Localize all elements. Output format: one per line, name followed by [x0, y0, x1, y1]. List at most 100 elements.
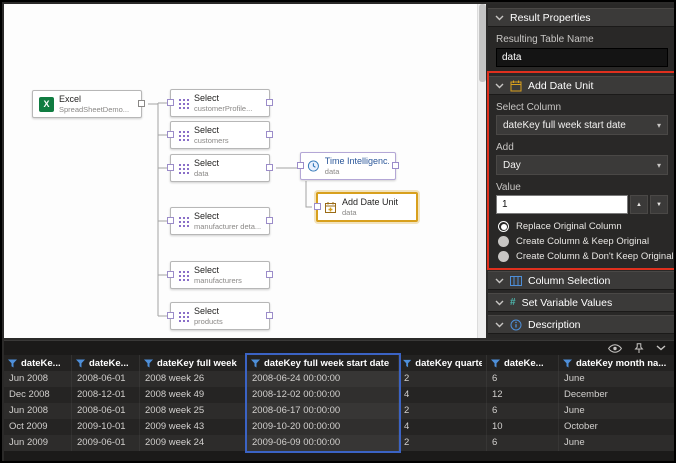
section-title: Result Properties — [510, 12, 591, 24]
column-header[interactable]: dateKe... — [487, 355, 559, 371]
radio-option[interactable]: Replace Original Column — [498, 221, 666, 232]
output-port[interactable] — [266, 312, 273, 319]
data-preview: dateKe... dateKe... dateKey full week da… — [4, 340, 676, 461]
diagram-node-select[interactable]: Select customerProfile... — [170, 89, 270, 117]
node-subtitle: customers — [194, 136, 229, 145]
add-label: Add — [496, 142, 668, 153]
output-port[interactable] — [392, 162, 399, 169]
table-cell: 2009 week 43 — [140, 419, 247, 435]
section-header-result-properties[interactable]: Result Properties — [488, 8, 676, 27]
filter-icon — [76, 359, 85, 368]
diagram-node-select[interactable]: Select manufacturer deta... — [170, 207, 270, 235]
output-port[interactable] — [266, 99, 273, 106]
diagram-node-select[interactable]: Select customers — [170, 121, 270, 149]
input-port[interactable] — [167, 217, 174, 224]
diagram-node-select[interactable]: Select products — [170, 302, 270, 330]
node-title: Excel — [59, 94, 129, 105]
column-header[interactable]: dateKe... — [4, 355, 72, 371]
node-title: Select — [194, 93, 252, 104]
radio-label: Replace Original Column — [516, 221, 622, 232]
eye-icon[interactable] — [608, 344, 622, 353]
node-subtitle: customerProfile... — [194, 104, 252, 113]
node-title: Select — [194, 211, 261, 222]
radio-button[interactable] — [498, 236, 509, 247]
select-column-dropdown[interactable]: dateKey full week start date ▾ — [496, 115, 668, 135]
column-header[interactable]: dateKey month na... — [559, 355, 676, 371]
radio-label: Create Column & Don't Keep Original — [516, 251, 674, 262]
table-cell: 2009-10-01 — [72, 419, 140, 435]
input-port[interactable] — [167, 312, 174, 319]
node-title: Select — [194, 158, 219, 169]
table-cell: 2009-06-01 — [72, 435, 140, 451]
output-port[interactable] — [138, 100, 145, 107]
input-port[interactable] — [297, 162, 304, 169]
radio-option[interactable]: Create Column & Don't Keep Original — [498, 251, 666, 262]
scrollbar-thumb[interactable] — [479, 4, 486, 82]
filter-icon — [403, 359, 411, 368]
table-row[interactable]: Jun 20082008-06-012008 week 252008-06-17… — [4, 403, 676, 419]
section-title: Column Selection — [528, 275, 610, 287]
input-port[interactable] — [314, 203, 321, 210]
input-port[interactable] — [167, 99, 174, 106]
spinner-up-icon[interactable]: ▲ — [630, 195, 648, 214]
table-row[interactable]: Dec 20082008-12-012008 week 492008-12-02… — [4, 387, 676, 403]
section-title: Description — [528, 319, 581, 331]
table-cell: 6 — [487, 371, 559, 387]
radio-button[interactable] — [498, 221, 509, 232]
resulting-table-name-input[interactable] — [496, 48, 668, 67]
section-header-description[interactable]: Description — [488, 315, 676, 334]
output-port[interactable] — [266, 131, 273, 138]
dropdown-value: dateKey full week start date — [503, 120, 626, 131]
chevron-down-icon: ▾ — [657, 161, 661, 170]
output-port[interactable] — [266, 164, 273, 171]
table-row[interactable]: Jun 20082008-06-012008 week 262008-06-24… — [4, 371, 676, 387]
app-window: X Excel SpreadSheetDemo... Time Intellig… — [0, 0, 676, 463]
diagram-node-add-date-unit[interactable]: Add Date Unit data — [316, 192, 418, 222]
table-row[interactable]: Jun 20092009-06-012009 week 242009-06-09… — [4, 435, 676, 451]
chevron-down-icon — [495, 322, 504, 328]
diagram-node-select[interactable]: Select data — [170, 154, 270, 182]
section-header-add-date-unit[interactable]: Add Date Unit — [488, 76, 676, 95]
grid-toolbar — [4, 341, 676, 355]
column-header[interactable]: dateKey full week start date — [247, 355, 399, 371]
chevron-down-icon: ▾ — [657, 121, 661, 130]
value-input[interactable] — [496, 195, 628, 214]
input-port[interactable] — [167, 131, 174, 138]
node-subtitle: manufacturer deta... — [194, 222, 261, 231]
output-port[interactable] — [266, 217, 273, 224]
radio-button[interactable] — [498, 251, 509, 262]
table-cell: 2008-12-01 — [72, 387, 140, 403]
diagram-canvas[interactable]: X Excel SpreadSheetDemo... Time Intellig… — [4, 4, 486, 338]
input-port[interactable] — [167, 271, 174, 278]
chevron-down-icon[interactable] — [656, 345, 666, 351]
table-cell: June — [559, 403, 676, 419]
column-header[interactable]: dateKe... — [72, 355, 140, 371]
section-title: Set Variable Values — [522, 297, 613, 309]
filter-icon — [144, 359, 153, 368]
column-header[interactable]: dateKey full week — [140, 355, 247, 371]
table-cell: 6 — [487, 403, 559, 419]
filter-icon — [8, 359, 17, 368]
spinner-down-icon[interactable]: ▼ — [650, 195, 668, 214]
pin-icon[interactable] — [634, 343, 644, 354]
column-header[interactable]: dateKey quarter — [399, 355, 487, 371]
column-label: dateKe... — [89, 358, 129, 369]
column-label: dateKey month na... — [576, 358, 666, 369]
add-unit-dropdown[interactable]: Day ▾ — [496, 155, 668, 175]
section-header-set-variable-values[interactable]: # Set Variable Values — [488, 293, 676, 312]
table-cell: 2008 week 49 — [140, 387, 247, 403]
diagram-node-select[interactable]: Select manufacturers — [170, 261, 270, 289]
output-port[interactable] — [266, 271, 273, 278]
diagram-node-time-intelligence[interactable]: Time Intelligenc... data — [300, 152, 396, 180]
input-port[interactable] — [167, 164, 174, 171]
table-cell: 4 — [399, 387, 487, 403]
section-header-column-selection[interactable]: Column Selection — [488, 271, 676, 290]
table-cell: 2008 week 25 — [140, 403, 247, 419]
diagram-node-excel-source[interactable]: X Excel SpreadSheetDemo... — [32, 90, 142, 118]
radio-option[interactable]: Create Column & Keep Original — [498, 236, 666, 247]
node-title: Select — [194, 125, 229, 136]
canvas-vertical-scrollbar[interactable] — [477, 4, 486, 338]
table-row[interactable]: Oct 20092009-10-012009 week 432009-10-20… — [4, 419, 676, 435]
replace-options: Replace Original Column Create Column & … — [488, 221, 676, 262]
table-cell: 2 — [399, 403, 487, 419]
